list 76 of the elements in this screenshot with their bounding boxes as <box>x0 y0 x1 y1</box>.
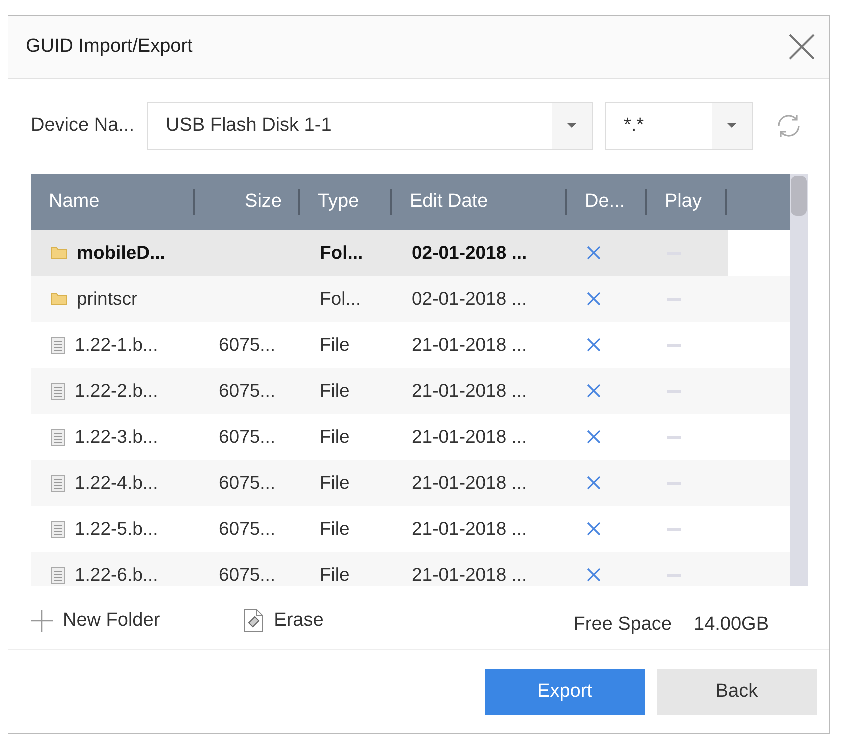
free-space-label: Free Space <box>574 614 672 636</box>
minus-icon <box>667 436 681 438</box>
file-type: File <box>320 518 350 540</box>
table-row[interactable]: 1.22-2.b... 6075... File 21-01-2018 ... <box>31 368 790 414</box>
scrollbar[interactable] <box>790 174 808 586</box>
new-folder-button[interactable]: New Folder <box>31 610 160 632</box>
file-size: 6075... <box>219 564 276 586</box>
document-icon <box>51 566 65 584</box>
edit-date: 21-01-2018 ... <box>412 426 528 448</box>
document-icon <box>51 474 65 492</box>
close-icon[interactable] <box>789 34 815 60</box>
export-button[interactable]: Export <box>485 668 645 714</box>
document-icon <box>51 520 65 538</box>
table-row[interactable]: 1.22-4.b... 6075... File 21-01-2018 ... <box>31 460 790 506</box>
caret-icon <box>727 123 737 129</box>
column-header[interactable]: Edit Date <box>410 191 488 213</box>
device-name-label: Device Na... <box>31 115 136 137</box>
column-header[interactable]: Type <box>318 191 360 213</box>
edit-date: 21-01-2018 ... <box>412 334 528 356</box>
document-icon <box>51 382 65 400</box>
file-type: Fol... <box>320 242 364 264</box>
caret-icon <box>567 123 577 129</box>
edit-date: 21-01-2018 ... <box>412 380 528 402</box>
plus-icon <box>31 610 53 632</box>
delete-icon[interactable] <box>587 522 601 536</box>
delete-icon[interactable] <box>587 568 601 582</box>
window-title: GUID Import/Export <box>26 36 194 58</box>
file-name: 1.22-6.b... <box>75 564 158 586</box>
eraser-document-icon <box>244 609 264 633</box>
column-header[interactable]: Size <box>245 191 282 213</box>
delete-icon[interactable] <box>587 292 601 306</box>
column-header[interactable]: De... <box>585 191 626 213</box>
file-filter-dropdown[interactable]: *.* <box>605 102 753 150</box>
file-name: mobileD... <box>77 242 166 264</box>
device-dropdown[interactable]: USB Flash Disk 1-1 <box>147 102 593 150</box>
edit-date: 21-01-2018 ... <box>412 518 528 540</box>
erase-button[interactable]: Erase <box>244 609 324 633</box>
free-space-value: 14.00GB <box>694 614 769 636</box>
delete-icon[interactable] <box>587 246 601 260</box>
folder-icon <box>51 293 67 305</box>
edit-date: 02-01-2018 ... <box>412 288 528 310</box>
delete-icon[interactable] <box>587 384 601 398</box>
minus-icon <box>667 344 681 346</box>
table-row[interactable]: 1.22-6.b... 6075... File 21-01-2018 ... <box>31 552 790 586</box>
minus-icon <box>667 528 681 530</box>
file-type: File <box>320 334 350 356</box>
file-size: 6075... <box>219 472 276 494</box>
column-header[interactable]: Play <box>665 191 702 213</box>
file-name: 1.22-4.b... <box>75 472 158 494</box>
delete-icon[interactable] <box>587 476 601 490</box>
file-name: printscr <box>77 288 138 310</box>
file-size: 6075... <box>219 334 276 356</box>
delete-icon[interactable] <box>587 338 601 352</box>
file-size: 6075... <box>219 518 276 540</box>
document-icon <box>51 336 65 354</box>
refresh-icon[interactable] <box>775 112 803 140</box>
file-type: File <box>320 426 350 448</box>
edit-date: 02-01-2018 ... <box>412 242 528 264</box>
file-name: 1.22-2.b... <box>75 380 158 402</box>
edit-date: 21-01-2018 ... <box>412 472 528 494</box>
file-name: 1.22-1.b... <box>75 334 158 356</box>
edit-date: 21-01-2018 ... <box>412 564 528 586</box>
file-name: 1.22-5.b... <box>75 518 158 540</box>
file-type: File <box>320 472 350 494</box>
document-icon <box>51 428 65 446</box>
column-header[interactable]: Name <box>49 191 100 213</box>
file-name: 1.22-3.b... <box>75 426 158 448</box>
file-type: File <box>320 564 350 586</box>
file-type: Fol... <box>320 288 362 310</box>
file-size: 6075... <box>219 380 276 402</box>
file-size: 6075... <box>219 426 276 448</box>
back-button[interactable]: Back <box>657 668 817 714</box>
table-row[interactable]: printscr Fol... 02-01-2018 ... <box>31 276 790 322</box>
folder-icon <box>51 247 67 259</box>
delete-icon[interactable] <box>587 430 601 444</box>
file-type: File <box>320 380 350 402</box>
